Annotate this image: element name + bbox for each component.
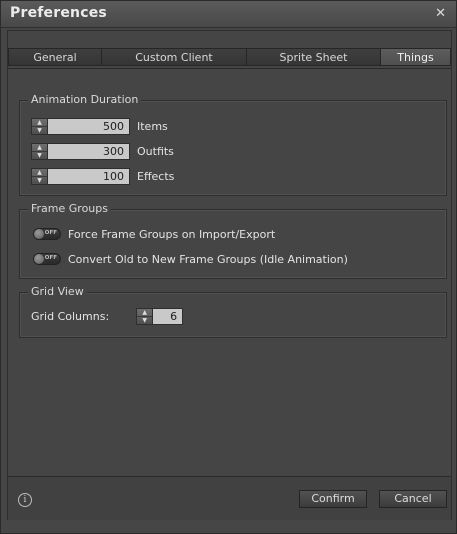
- grid-columns-row: Grid Columns: ▲ ▼ 6: [31, 307, 184, 325]
- chevron-up-icon[interactable]: ▲: [137, 309, 153, 317]
- frame-groups-group: Frame Groups OFF Force Frame Groups on I…: [19, 202, 447, 279]
- outfits-stepper[interactable]: ▲ ▼: [31, 142, 48, 160]
- force-frame-groups-toggle[interactable]: OFF: [33, 228, 61, 240]
- chevron-down-icon[interactable]: ▼: [32, 127, 47, 134]
- title-bar[interactable]: Preferences ✕: [1, 1, 456, 28]
- items-duration-field[interactable]: 500: [48, 117, 130, 135]
- grid-columns-stepper[interactable]: ▲ ▼: [136, 307, 154, 325]
- effects-stepper[interactable]: ▲ ▼: [31, 167, 48, 185]
- outfits-duration-row: ▲ ▼ 300 Outfits: [31, 142, 174, 160]
- convert-frame-groups-label: Convert Old to New Frame Groups (Idle An…: [68, 252, 348, 266]
- items-label: Items: [137, 119, 168, 133]
- grid-columns-field[interactable]: 6: [153, 307, 184, 325]
- toggle-knob: [34, 254, 44, 264]
- items-duration-row: ▲ ▼ 500 Items: [31, 117, 168, 135]
- animation-duration-group: Animation Duration ▲ ▼ 500 Items ▲ ▼ 300: [19, 93, 447, 196]
- confirm-button[interactable]: Confirm: [299, 490, 367, 508]
- tab-things[interactable]: Things: [380, 48, 451, 66]
- tab-bar: General Custom Client Sprite Sheet Thing…: [8, 48, 451, 68]
- effects-label: Effects: [137, 169, 175, 183]
- toggle-state: OFF: [44, 230, 57, 236]
- tab-general[interactable]: General: [8, 48, 101, 66]
- preferences-panel: General Custom Client Sprite Sheet Thing…: [7, 30, 452, 520]
- window-title: Preferences: [10, 5, 107, 21]
- chevron-down-icon[interactable]: ▼: [32, 177, 47, 184]
- effects-duration-field[interactable]: 100: [48, 167, 130, 185]
- chevron-up-icon[interactable]: ▲: [32, 119, 47, 127]
- dialog-footer: i Confirm Cancel: [8, 476, 451, 520]
- tab-sprite-sheet[interactable]: Sprite Sheet: [246, 48, 380, 66]
- chevron-up-icon[interactable]: ▲: [32, 144, 47, 152]
- tab-custom-client[interactable]: Custom Client: [101, 48, 246, 66]
- grid-columns-label: Grid Columns:: [31, 309, 110, 323]
- outfits-duration-field[interactable]: 300: [48, 142, 130, 160]
- group-title: Frame Groups: [28, 202, 111, 215]
- chevron-up-icon[interactable]: ▲: [32, 169, 47, 177]
- close-icon[interactable]: ✕: [435, 6, 446, 21]
- preferences-window: Preferences ✕ General Custom Client Spri…: [0, 0, 457, 534]
- chevron-down-icon[interactable]: ▼: [32, 152, 47, 159]
- items-stepper[interactable]: ▲ ▼: [31, 117, 48, 135]
- cancel-button[interactable]: Cancel: [379, 490, 447, 508]
- group-title: Grid View: [28, 285, 87, 298]
- force-frame-groups-label: Force Frame Groups on Import/Export: [68, 227, 276, 241]
- tab-content: Animation Duration ▲ ▼ 500 Items ▲ ▼ 300: [8, 68, 451, 476]
- chevron-down-icon[interactable]: ▼: [137, 317, 152, 324]
- info-icon[interactable]: i: [18, 493, 32, 507]
- effects-duration-row: ▲ ▼ 100 Effects: [31, 167, 174, 185]
- group-title: Animation Duration: [28, 93, 142, 106]
- convert-frame-groups-row: OFF Convert Old to New Frame Groups (Idl…: [29, 250, 348, 268]
- toggle-knob: [34, 229, 44, 239]
- convert-frame-groups-toggle[interactable]: OFF: [33, 253, 61, 265]
- grid-view-group: Grid View Grid Columns: ▲ ▼ 6: [19, 285, 447, 338]
- outfits-label: Outfits: [137, 144, 174, 158]
- toggle-state: OFF: [44, 255, 57, 261]
- force-frame-groups-row: OFF Force Frame Groups on Import/Export: [29, 225, 275, 243]
